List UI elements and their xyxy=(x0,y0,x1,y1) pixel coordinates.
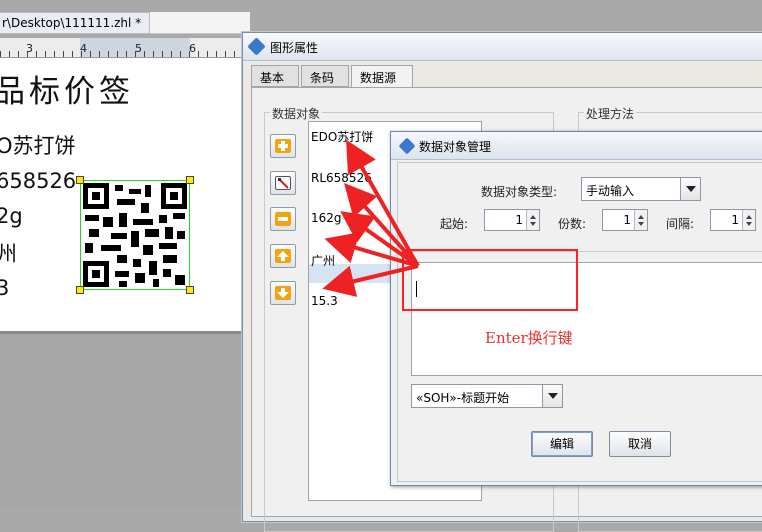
processing-title: 处理方法 xyxy=(584,105,637,122)
start-spinner[interactable]: 1 xyxy=(484,209,540,231)
label-text-line[interactable]: 州 xyxy=(0,238,17,268)
resize-handle[interactable] xyxy=(76,176,84,184)
remove-icon xyxy=(278,217,288,221)
tab-basic[interactable]: 基本 xyxy=(251,65,299,87)
control-character-select[interactable]: «SOH»-标题开始 xyxy=(411,384,563,408)
resize-handle[interactable] xyxy=(186,286,194,294)
spinner-arrows-icon[interactable] xyxy=(634,210,647,230)
move-down-button[interactable] xyxy=(270,281,296,305)
edit-data-object-button[interactable] xyxy=(270,171,296,195)
list-item[interactable]: 162g xyxy=(311,211,342,225)
chevron-down-icon[interactable] xyxy=(542,385,562,407)
copies-value: 1 xyxy=(623,213,631,227)
start-value: 1 xyxy=(515,213,523,227)
qr-code[interactable] xyxy=(76,176,194,294)
interval-value: 1 xyxy=(731,213,739,227)
move-up-icon xyxy=(277,251,289,261)
list-item[interactable]: EDO苏打饼 xyxy=(311,128,373,145)
resize-handle[interactable] xyxy=(186,176,194,184)
label-text-line[interactable]: O苏打饼 xyxy=(0,130,76,160)
horizontal-ruler: 3 4 5 6 xyxy=(0,38,250,58)
label-paper[interactable]: 品标价签 O苏打饼 658526 2g 州 3 xyxy=(0,58,242,334)
ruler-ticks xyxy=(0,51,250,57)
interval-label: 间隔: xyxy=(666,217,695,231)
document-tab[interactable]: r\Desktop\111111.zhl * xyxy=(0,12,150,34)
edit-button[interactable]: 编辑 xyxy=(531,431,593,457)
label-text-line[interactable]: 3 xyxy=(0,276,9,300)
app-diamond-icon xyxy=(247,37,266,56)
tab-barcode[interactable]: 条码 xyxy=(301,65,349,87)
annotation-text: Enter换行键 xyxy=(485,329,573,347)
list-item[interactable]: RL658526 xyxy=(311,171,372,185)
label-title-text[interactable]: 品标价签 xyxy=(0,66,134,111)
data-object-type-select[interactable]: 手动输入 xyxy=(581,177,701,201)
interval-spinner[interactable]: 1 xyxy=(710,209,756,231)
spinner-arrows-icon[interactable] xyxy=(526,210,539,230)
design-canvas[interactable]: 品标价签 O苏打饼 658526 2g 州 3 xyxy=(0,58,250,508)
move-up-button[interactable] xyxy=(270,244,296,268)
spinner-arrows-icon[interactable] xyxy=(742,210,755,230)
data-objects-title: 数据对象 xyxy=(270,105,323,122)
edit-icon xyxy=(278,178,289,189)
data-object-type-label: 数据对象类型: xyxy=(481,185,558,199)
cancel-button[interactable]: 取消 xyxy=(609,431,671,457)
label-text-line[interactable]: 658526 xyxy=(0,169,76,193)
window-title: 图形属性 xyxy=(270,41,319,55)
chevron-down-icon[interactable] xyxy=(680,178,700,200)
add-icon xyxy=(278,141,288,151)
app-diamond-icon xyxy=(398,137,416,155)
label-text-line[interactable]: 2g xyxy=(0,204,23,228)
resize-handle[interactable] xyxy=(76,286,84,294)
add-data-object-button[interactable] xyxy=(270,134,296,158)
qr-code-pattern xyxy=(83,183,187,287)
control-character-value: «SOH»-标题开始 xyxy=(416,391,510,405)
remove-data-object-button[interactable] xyxy=(270,207,296,231)
start-label: 起始: xyxy=(440,217,469,231)
data-object-type-value: 手动输入 xyxy=(586,184,635,198)
list-item[interactable]: 广州 xyxy=(311,252,335,269)
move-down-icon xyxy=(277,288,289,298)
document-tab-bar: r\Desktop\111111.zhl * xyxy=(0,12,250,34)
dialog-title-bar[interactable]: 数据对象管理 xyxy=(391,132,762,160)
list-item[interactable]: 15.3 xyxy=(311,294,338,308)
copies-label: 份数: xyxy=(558,217,587,231)
window-title-bar[interactable]: 图形属性 xyxy=(243,33,762,61)
dialog-title: 数据对象管理 xyxy=(419,140,492,154)
copies-spinner[interactable]: 1 xyxy=(602,209,648,231)
annotation-highlight-box xyxy=(402,249,578,311)
tab-datasource[interactable]: 数据源 xyxy=(351,65,413,88)
